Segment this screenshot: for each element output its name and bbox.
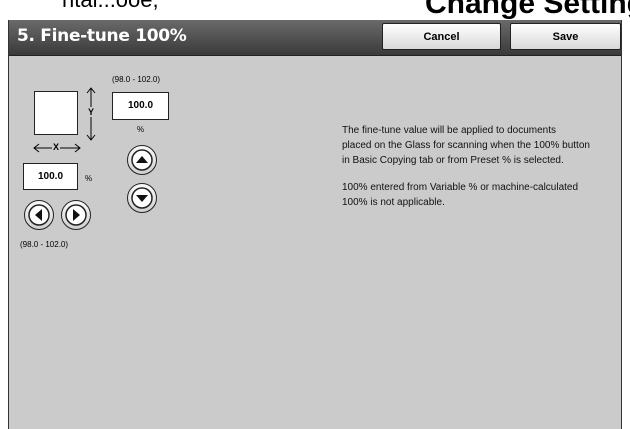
save-button[interactable]: Save — [510, 23, 621, 50]
x-range-label: (98.0 - 102.0) — [20, 240, 69, 249]
y-value-field[interactable]: 100.0 — [112, 92, 169, 120]
dialog-title: 5. Fine-tune 100% — [17, 26, 187, 46]
background-fragment-left: ntal...ooe, — [62, 0, 159, 13]
left-arrow-icon — [28, 204, 50, 226]
up-arrow-icon — [131, 149, 153, 171]
dialog-panel: 5. Fine-tune 100% Cancel Save (98.0 - 10… — [8, 20, 622, 429]
document-size-diagram — [34, 91, 78, 135]
background-fragment-right: Change Setting — [425, 0, 630, 20]
down-arrow-icon — [131, 187, 153, 209]
y-increase-button[interactable] — [127, 145, 157, 175]
y-decrease-button[interactable] — [127, 183, 157, 213]
cancel-button[interactable]: Cancel — [382, 23, 501, 50]
x-increase-button[interactable] — [61, 200, 91, 230]
x-value-field[interactable]: 100.0 — [23, 163, 78, 190]
info-line: 100% entered from Variable % or machine-… — [342, 182, 579, 193]
info-line: 100% is not applicable. — [342, 197, 445, 208]
info-line: The fine-tune value will be applied to d… — [342, 125, 557, 136]
y-unit-label: % — [137, 125, 145, 134]
y-axis-label: Y — [88, 107, 95, 117]
y-range-label: (98.0 - 102.0) — [112, 75, 161, 84]
right-arrow-icon — [65, 204, 87, 226]
info-line: placed on the Glass for scanning when th… — [342, 140, 590, 151]
info-text: The fine-tune value will be applied to d… — [342, 123, 590, 210]
x-unit-label: % — [85, 174, 93, 183]
x-axis-label: X — [52, 142, 61, 152]
dialog-header: 5. Fine-tune 100% Cancel Save — [9, 20, 621, 56]
info-line: in Basic Copying tab or from Preset % is… — [342, 155, 564, 166]
x-decrease-button[interactable] — [24, 200, 54, 230]
